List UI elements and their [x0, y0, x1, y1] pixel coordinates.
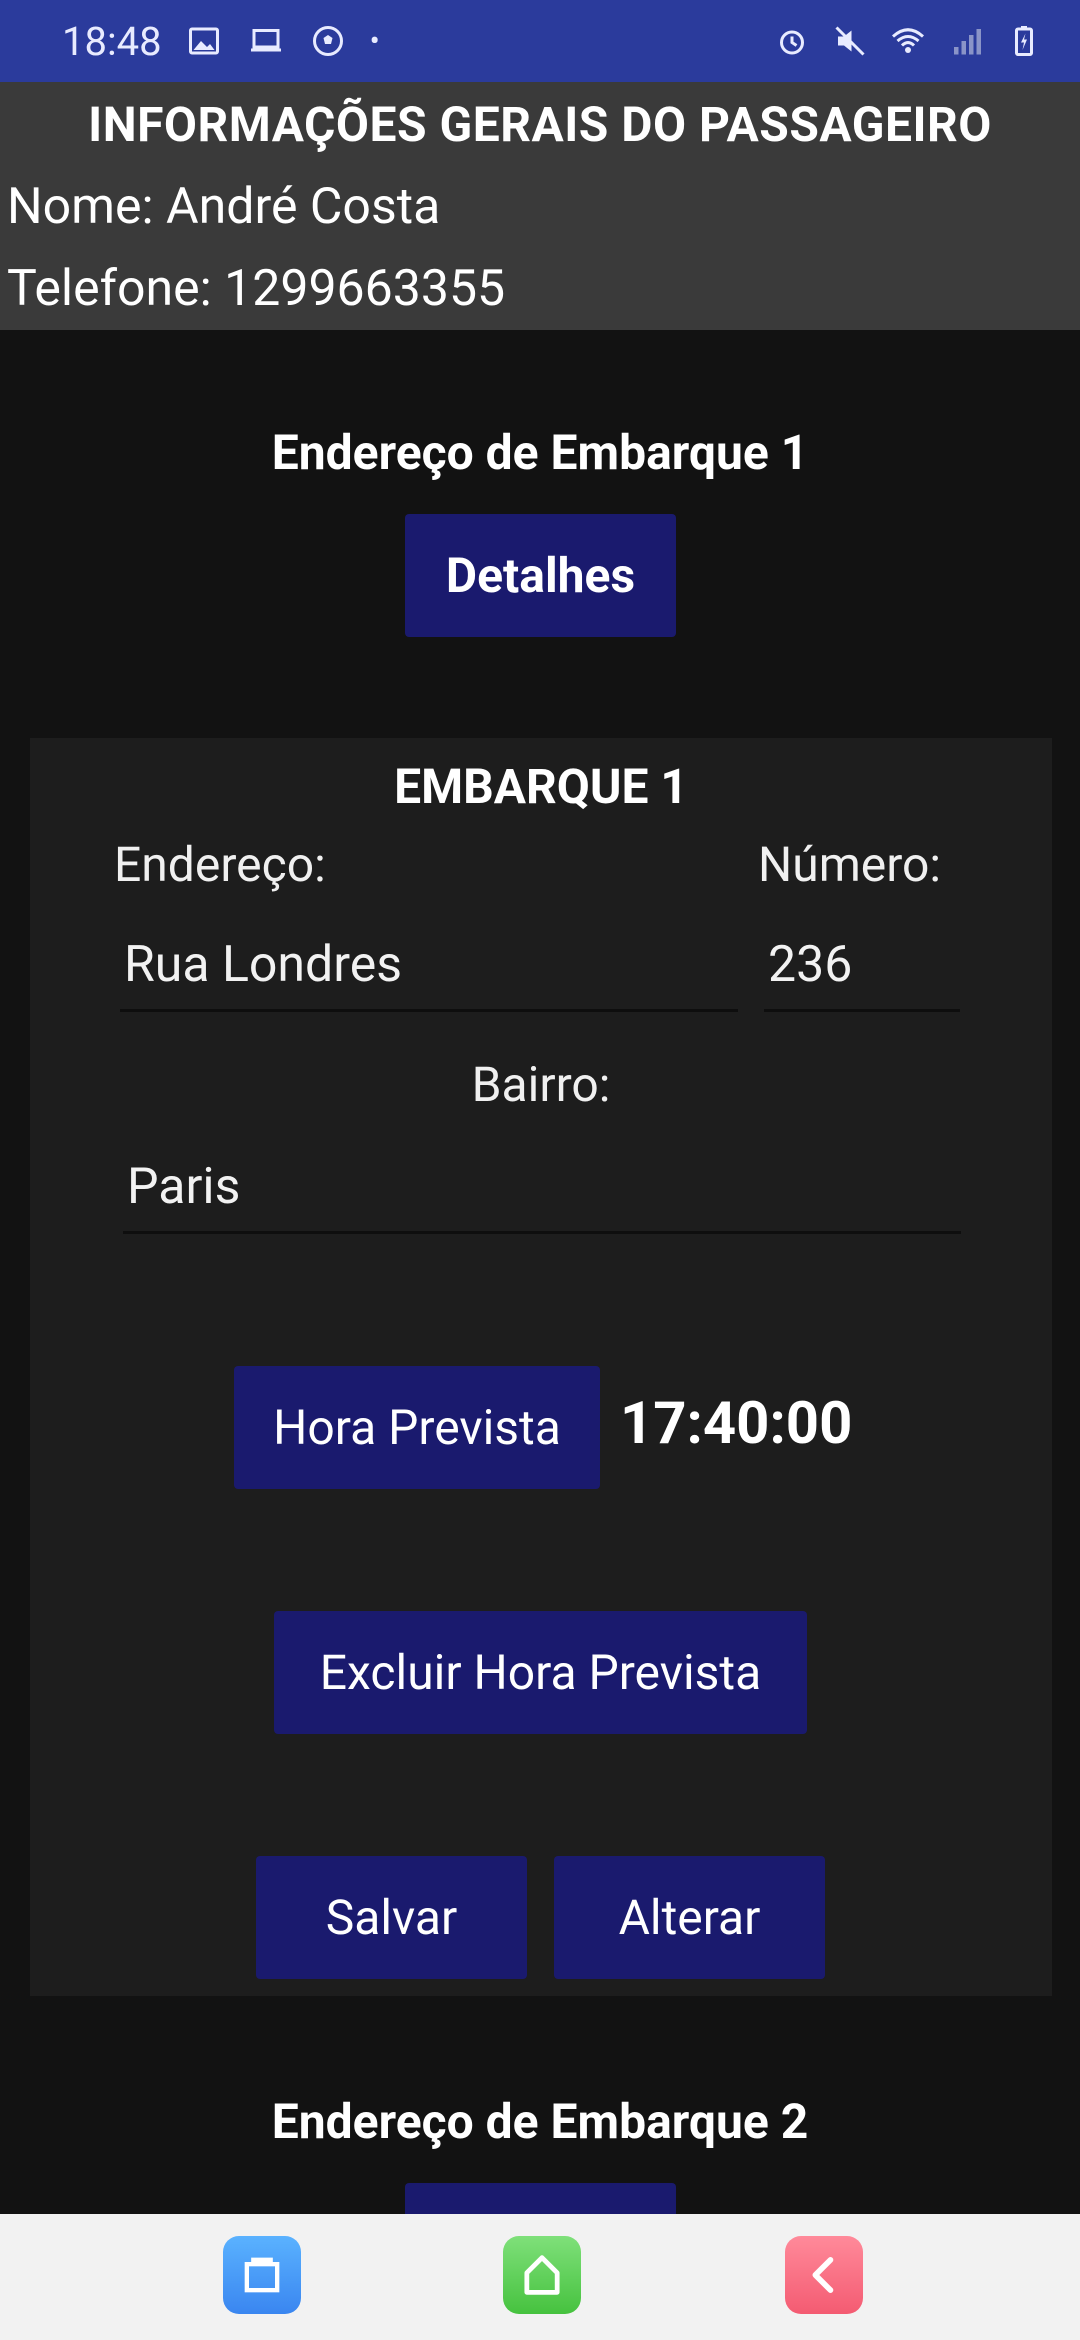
home-button[interactable]: [503, 2236, 581, 2314]
passenger-info-panel: INFORMAÇÕES GERAIS DO PASSAGEIRO Nome: A…: [0, 82, 1080, 330]
details-button-2-partial[interactable]: [405, 2183, 676, 2214]
status-bar: 18:48 •: [0, 0, 1080, 82]
status-time: 18:48: [62, 17, 162, 65]
soccer-icon: [308, 21, 348, 61]
bottom-nav-bar: [0, 2214, 1080, 2340]
recent-apps-button[interactable]: [223, 2236, 301, 2314]
address-input[interactable]: Rua Londres: [120, 934, 738, 1012]
number-input[interactable]: 236: [764, 934, 960, 1012]
status-dot: •: [369, 23, 380, 59]
edit-button[interactable]: Alterar: [554, 1856, 825, 1979]
expected-time-button[interactable]: Hora Prevista: [234, 1366, 600, 1489]
laptop-icon: [246, 21, 286, 61]
home-icon: [524, 2255, 560, 2295]
expected-time-value: 17:40:00: [620, 1390, 853, 1458]
back-button[interactable]: [785, 2236, 863, 2314]
status-left: 18:48 •: [62, 18, 380, 65]
save-button[interactable]: Salvar: [256, 1856, 527, 1979]
signal-icon: [946, 21, 986, 61]
passenger-phone: Telefone: 1299663355: [7, 260, 506, 318]
back-icon: [812, 2257, 834, 2293]
boarding-address-2-title: Endereço de Embarque 2: [271, 2093, 809, 2150]
neighborhood-input[interactable]: Paris: [123, 1156, 961, 1234]
recent-apps-icon: [244, 2257, 280, 2293]
details-button[interactable]: Detalhes: [405, 514, 676, 637]
alarm-icon: [772, 21, 812, 61]
boarding-address-1-title: Endereço de Embarque 1: [271, 424, 809, 481]
address-label: Endereço:: [114, 836, 326, 893]
delete-expected-time-button[interactable]: Excluir Hora Prevista: [274, 1611, 807, 1734]
number-label: Número:: [758, 836, 942, 893]
neighborhood-label: Bairro:: [471, 1056, 611, 1113]
boarding-card-1: EMBARQUE 1 Endereço: Número: Rua Londres…: [30, 738, 1052, 1996]
wifi-icon: [888, 21, 928, 61]
card-title: EMBARQUE 1: [394, 758, 688, 815]
passenger-info-title: INFORMAÇÕES GERAIS DO PASSAGEIRO: [88, 96, 992, 153]
mute-icon: [830, 21, 870, 61]
battery-icon: [1004, 21, 1044, 61]
passenger-name: Nome: André Costa: [7, 178, 441, 236]
image-icon: [184, 21, 224, 61]
status-right: [772, 21, 1044, 61]
